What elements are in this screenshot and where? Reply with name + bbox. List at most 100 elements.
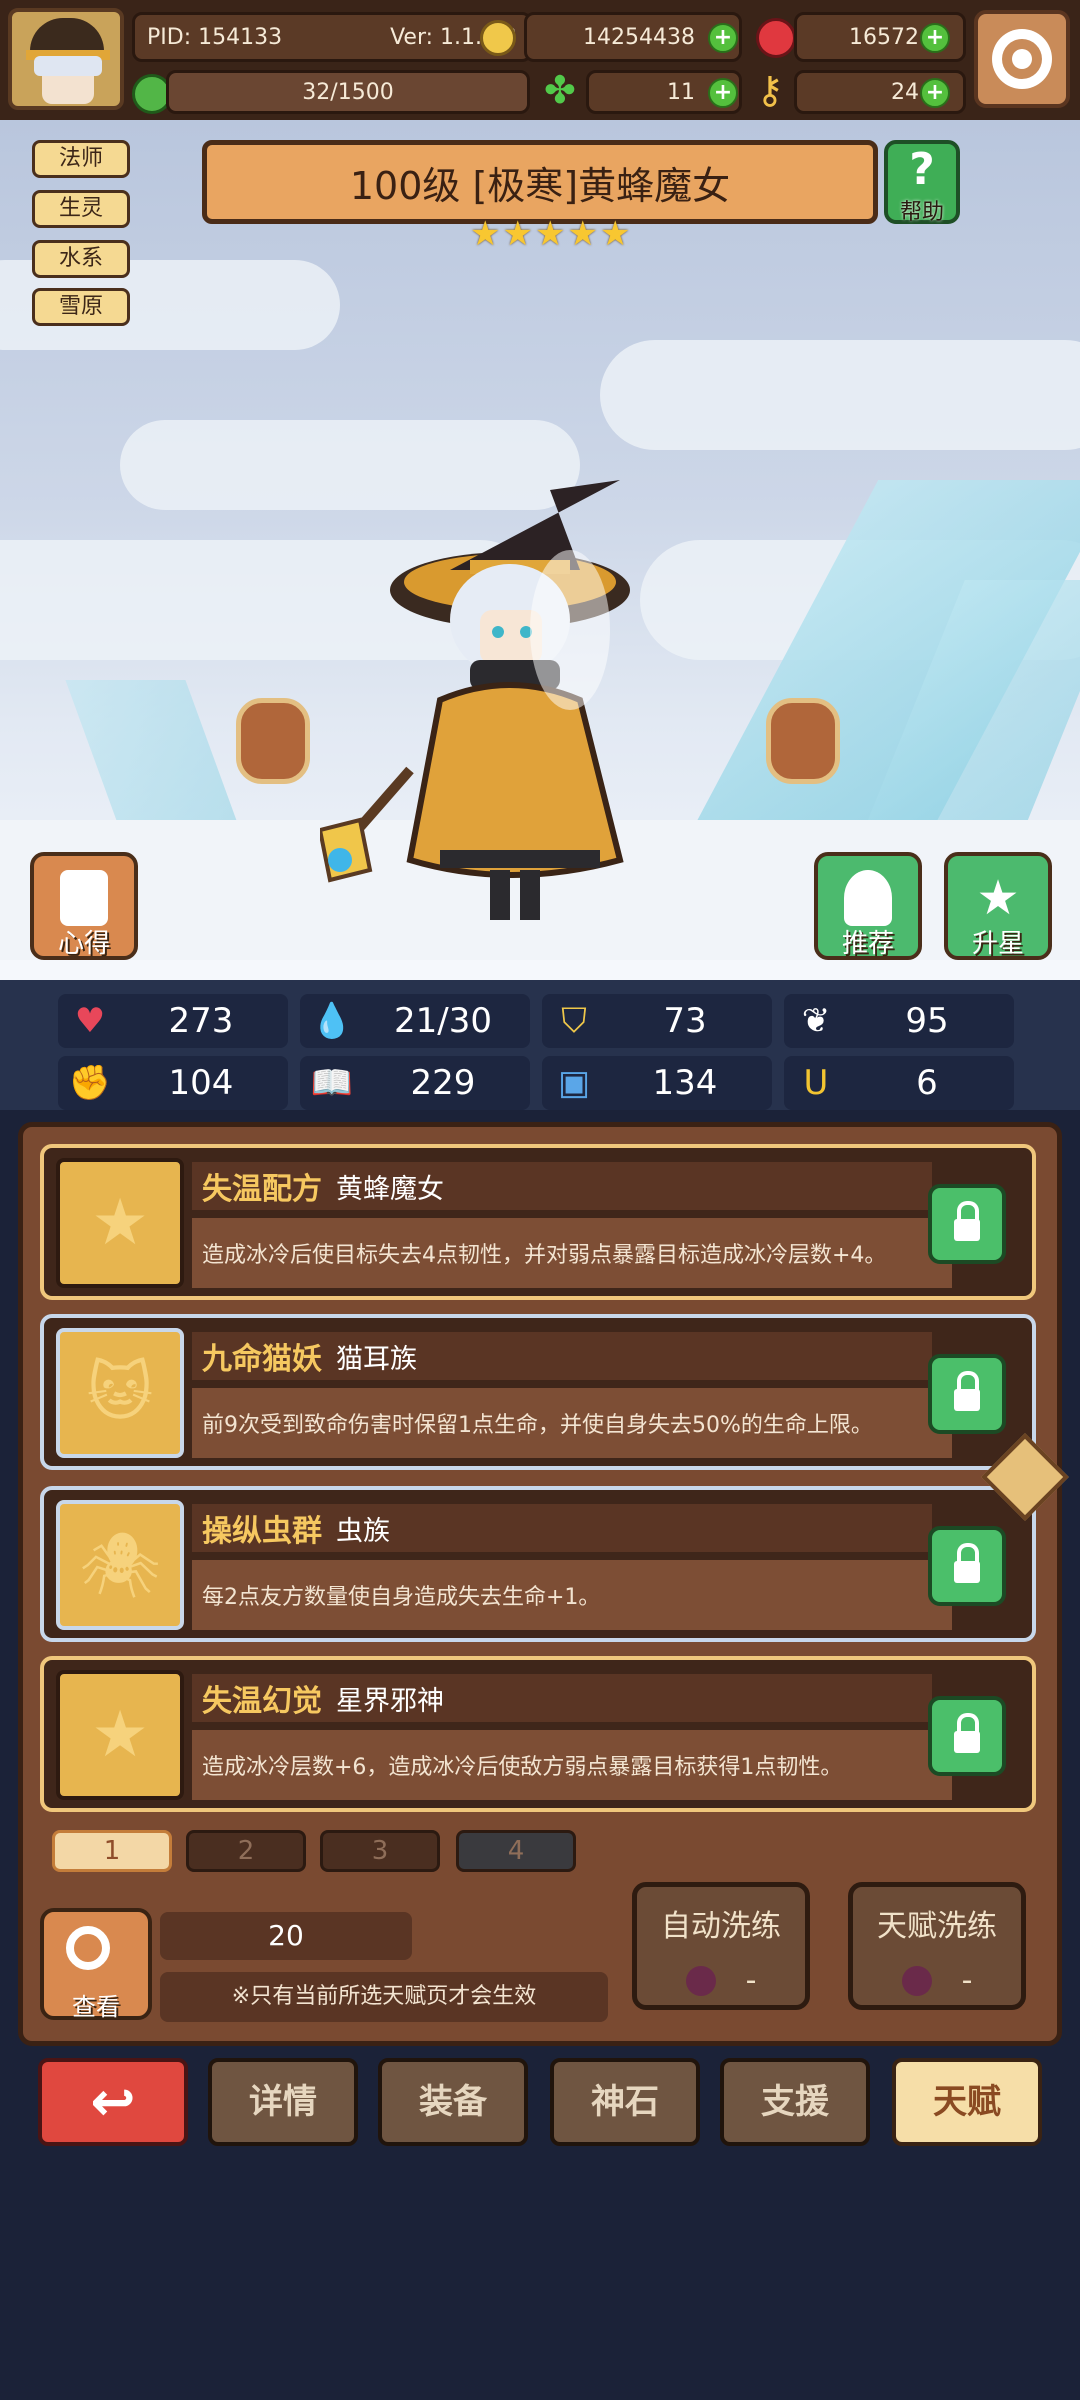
hero-star-rating: ★ ★ ★ ★ ★ [470,214,630,254]
hero-title-banner: 100级 [极寒]黄蜂魔女 [202,140,878,224]
talent-card[interactable]: 🐱 九命猫妖 猫耳族 前9次受到致命伤害时保留1点生命，并使自身失去50%的生命上… [40,1314,1036,1470]
talent-description: 每2点友方数量使自身造成失去生命+1。 [192,1560,952,1630]
talent-description: 造成冰冷后使目标失去4点韧性，并对弱点暴露目标造成冰冷层数+4。 [192,1218,952,1288]
star-icon: ★ [470,214,501,254]
star-up-button[interactable]: ★ 升星 [944,852,1052,960]
stat-attack: ✊ 104 [58,1056,288,1110]
talent-source: 猫耳族 [336,1343,417,1375]
auto-reroll-label: 自动洗练 [661,1909,781,1944]
spellbook-icon: 📖 [310,1063,354,1103]
gear-icon [992,29,1052,89]
talent-source: 黄蜂魔女 [336,1173,444,1205]
talent-lock-button[interactable] [928,1184,1006,1264]
clover-icon: ✤ [544,68,576,112]
add-gold-button[interactable]: + [708,23,738,53]
talent-page-tab-4[interactable]: 4 [456,1830,576,1872]
red-gem-icon [756,18,796,58]
hero-character-sprite [320,480,630,920]
player-info-bar: PID: 154133 Ver: 1.1.1.3 [132,12,532,62]
talent-page-tab-1[interactable]: 1 [52,1830,172,1872]
return-arrow-icon: ↩ [90,2070,136,2133]
add-gem-button[interactable]: + [920,23,950,53]
gold-value: 14254438 [583,24,695,50]
boot-icon: ▣ [557,1063,591,1103]
water-drop-icon: 💧 [310,1001,354,1041]
star-talent-icon: ★ [56,1158,184,1288]
help-button[interactable]: ? 帮助 [884,140,960,225]
talent-lock-button[interactable] [928,1526,1006,1606]
star-up-label: 升星 [971,929,1024,959]
lock-icon [954,1201,980,1241]
talent-page-tab-2[interactable]: 2 [186,1830,306,1872]
nav-equipment[interactable]: 装备 [378,2058,528,2146]
lock-icon [954,1371,980,1411]
talent-lock-button[interactable] [928,1354,1006,1434]
auto-reroll-button[interactable]: 自动洗练 - [632,1882,810,2010]
talent-card[interactable]: ★ 失温配方 黄蜂魔女 造成冰冷后使目标失去4点韧性，并对弱点暴露目标造成冰冷层数… [40,1144,1036,1300]
stat-block: ▣ 134 [542,1056,772,1110]
tag-region[interactable]: 雪原 [32,288,130,326]
star-icon: ★ [567,214,598,254]
talent-reroll-cost: - [961,1963,973,1998]
left-rune-gem[interactable] [236,698,310,784]
view-button[interactable]: 查看 [40,1908,152,2021]
talent-lock-button[interactable] [928,1696,1006,1776]
magnifier-icon [66,1926,110,1970]
settings-button[interactable] [974,10,1070,108]
active-page-note: ※只有当前所选天赋页才会生效 [160,1972,608,2022]
tag-element[interactable]: 水系 [32,240,130,278]
stat-magic: 📖 229 [300,1056,530,1110]
player-avatar[interactable] [8,8,124,110]
back-button[interactable]: ↩ [38,2058,188,2146]
talent-page-tab-3[interactable]: 3 [320,1830,440,1872]
energy-bar: 32/1500 [166,70,530,114]
add-clover-button[interactable]: + [708,78,738,108]
notes-button[interactable]: 心得 [30,852,138,960]
talent-description: 前9次受到致命伤害时保留1点生命，并使自身失去50%的生命上限。 [192,1388,952,1458]
view-label: 查看 [72,1993,120,2021]
cat-talent-icon: 🐱 [56,1328,184,1458]
star-talent-icon: ★ [56,1670,184,1800]
nav-talent[interactable]: 天赋 [892,2058,1042,2146]
fist-icon: ✊ [68,1063,112,1103]
talent-description: 造成冰冷层数+6，造成冰冷后使敌方弱点暴露目标获得1点韧性。 [192,1730,952,1800]
nav-support[interactable]: 支援 [720,2058,870,2146]
gem-value: 16572 [849,24,919,50]
key-value: 24 [891,79,919,105]
horseshoe-icon: Ս [803,1063,829,1103]
mana-value: 21/30 [394,1001,492,1041]
stat-luck: Ս 6 [784,1056,1014,1110]
recommend-button[interactable]: 推荐 [814,852,922,960]
tag-class[interactable]: 法师 [32,140,130,178]
luck-value: 6 [916,1063,938,1103]
nav-details[interactable]: 详情 [208,2058,358,2146]
stat-mana: 💧 21/30 [300,994,530,1048]
right-rune-gem[interactable] [766,698,840,784]
help-label: 帮助 [899,200,944,225]
talent-source: 星界邪神 [336,1685,444,1717]
hero-title: 100级 [极寒]黄蜂魔女 [349,163,731,208]
gold-coin-icon [480,20,516,56]
talent-reroll-button[interactable]: 天赋洗练 - [848,1882,1026,2010]
talent-title: 失温配方 [202,1172,322,1207]
player-id: PID: 154133 [147,24,283,50]
armor-value: 73 [663,1001,707,1041]
shield-icon: ⛉ [561,1001,587,1041]
tag-race[interactable]: 生灵 [32,190,130,228]
clover-value: 11 [667,79,695,105]
thumbs-up-icon [844,870,892,926]
block-value: 134 [652,1063,718,1103]
berry-cost-icon [685,1965,716,1996]
talent-title: 失温幻觉 [202,1684,322,1719]
talent-title: 操纵虫群 [202,1514,322,1549]
bug-talent-icon: 🕷 [56,1500,184,1630]
speed-value: 95 [905,1001,949,1041]
nav-godstone[interactable]: 神石 [550,2058,700,2146]
add-key-button[interactable]: + [920,78,950,108]
notes-label: 心得 [57,929,110,959]
notebook-icon [60,870,108,926]
star-icon: ★ [599,214,631,254]
star-icon: ★ [534,214,566,254]
talent-card[interactable]: 🕷 操纵虫群 虫族 每2点友方数量使自身造成失去生命+1。 [40,1486,1036,1642]
talent-card[interactable]: ★ 失温幻觉 星界邪神 造成冰冷层数+6，造成冰冷后使敌方弱点暴露目标获得1点韧性… [40,1656,1036,1812]
